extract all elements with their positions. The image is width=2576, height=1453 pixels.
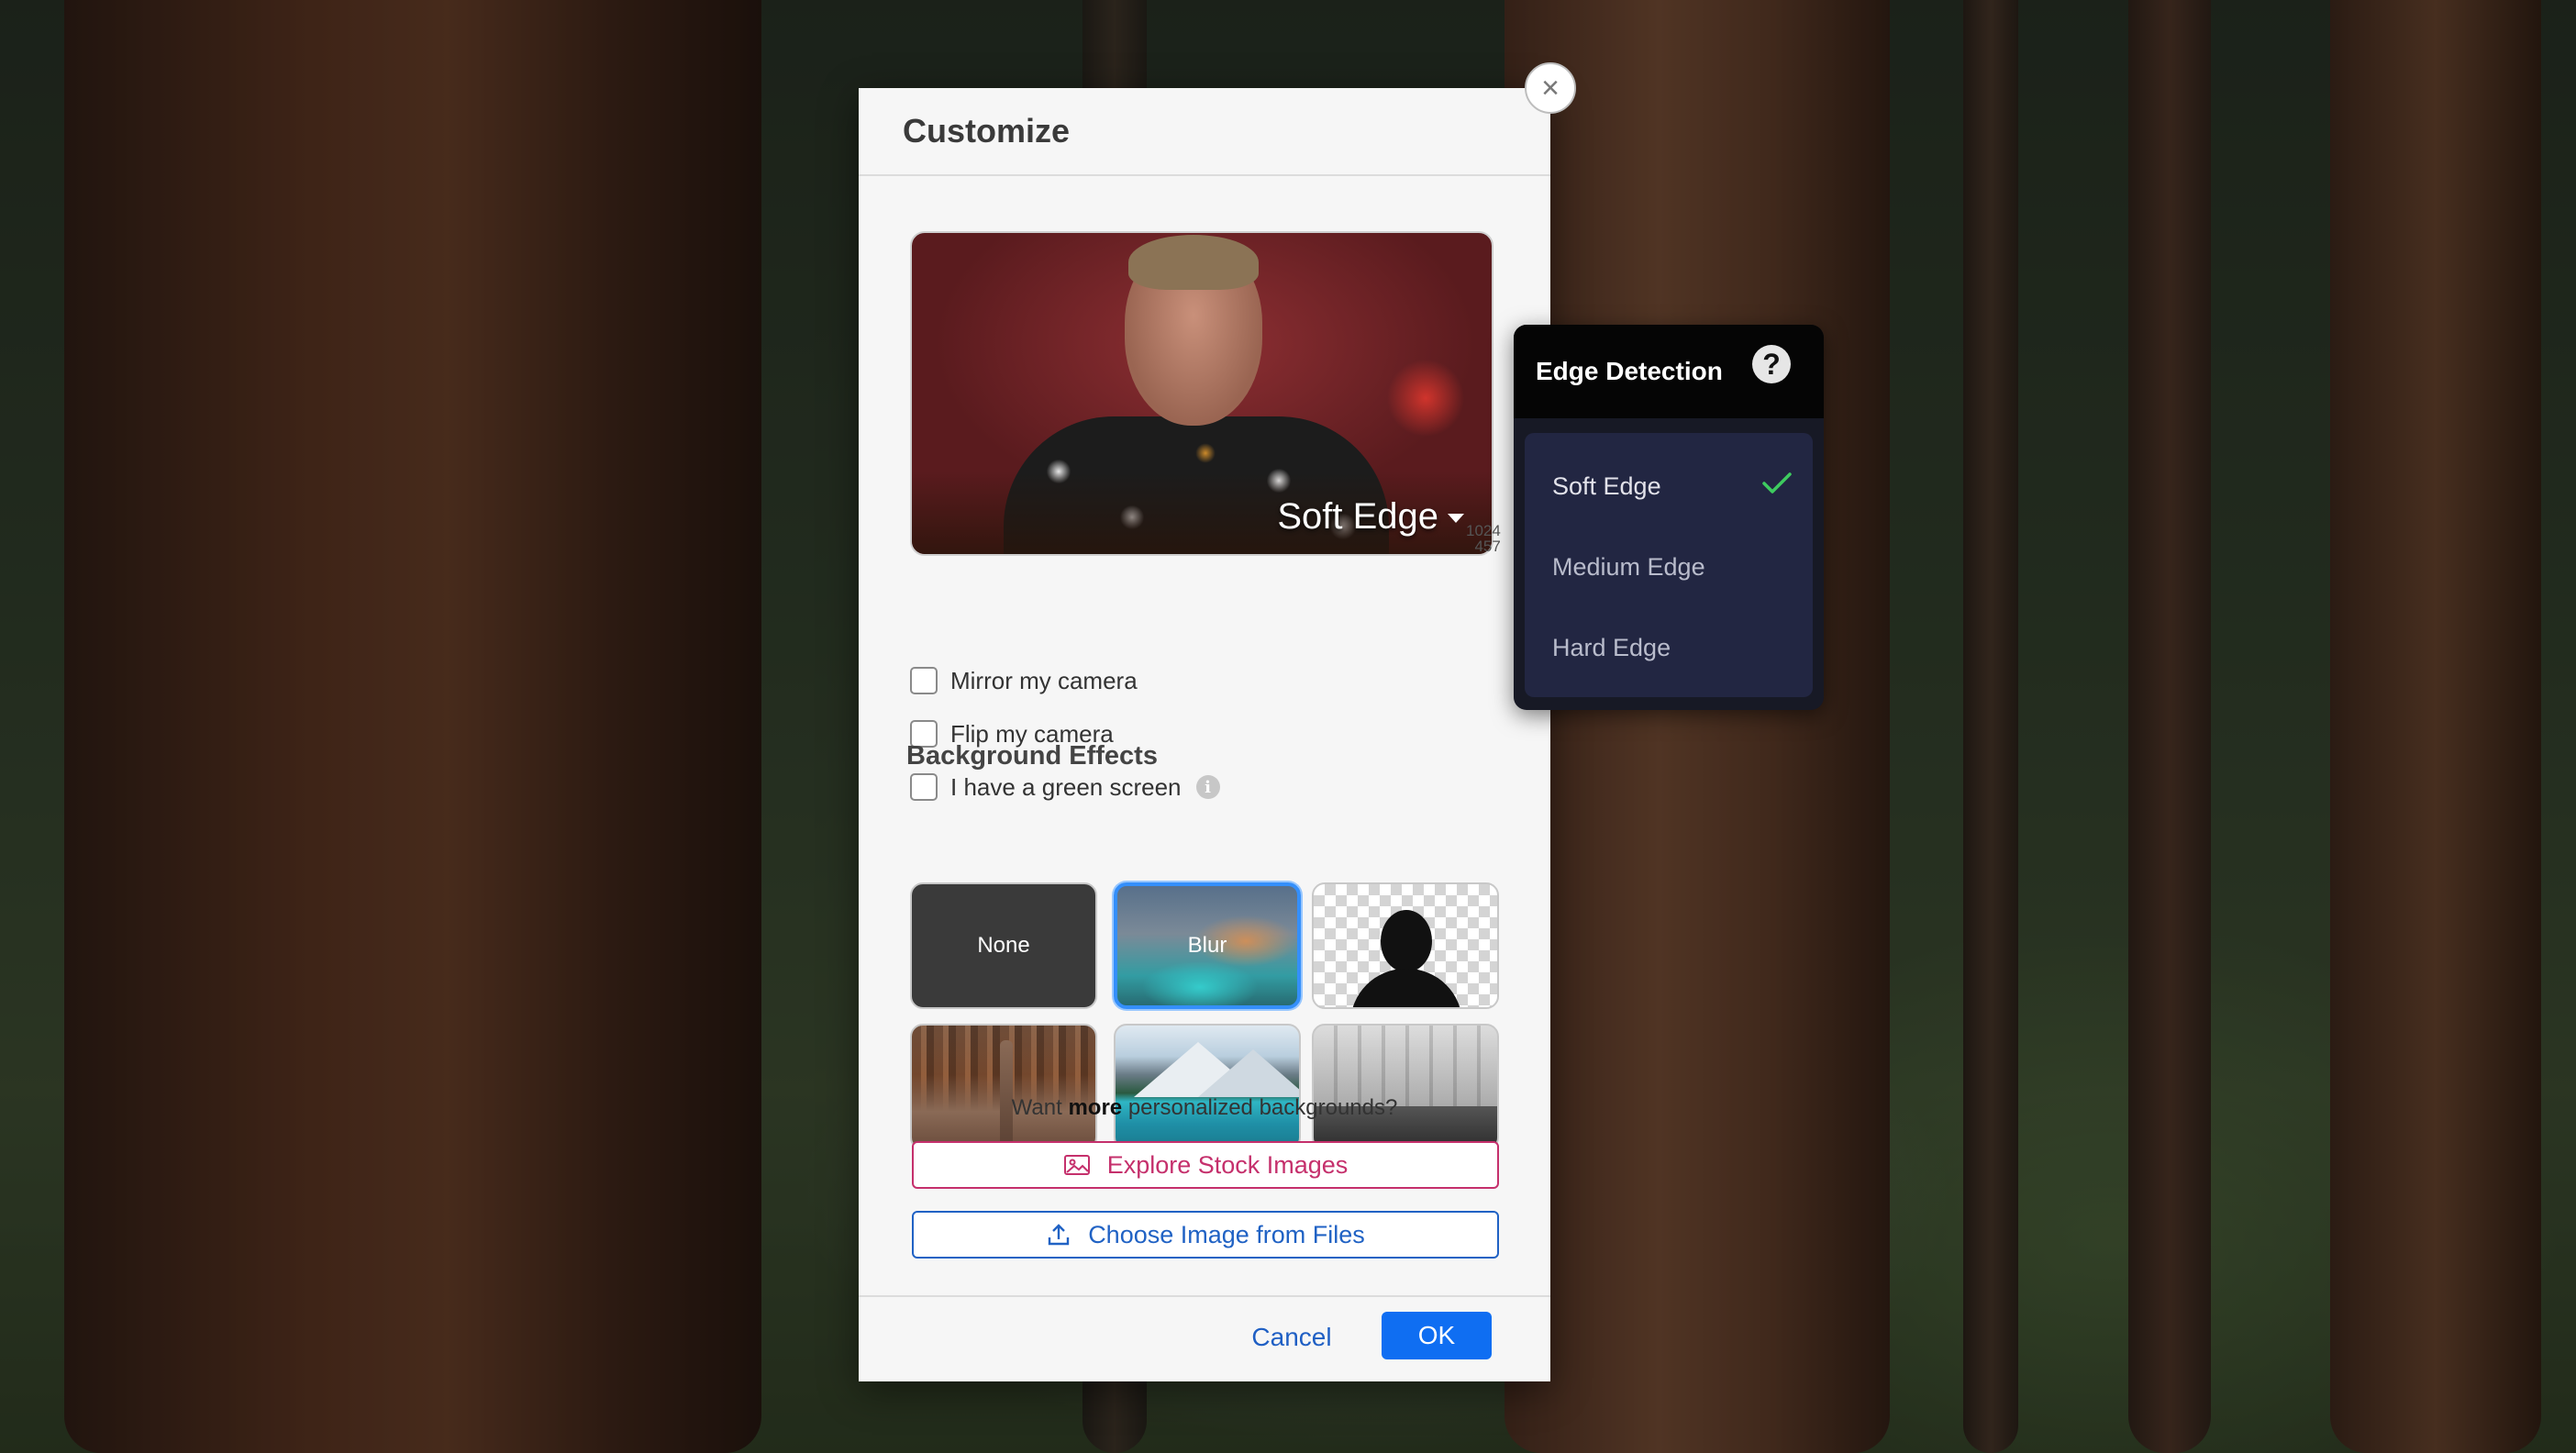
resolution-height: 457: [1474, 538, 1501, 555]
customize-dialog: Customize Soft Edge Mirror my camera Fli…: [859, 88, 1550, 1381]
preview-person-hair: [1128, 235, 1259, 290]
person-silhouette-icon: [1381, 910, 1432, 972]
cancel-button[interactable]: Cancel: [1235, 1314, 1349, 1361]
help-icon[interactable]: ?: [1752, 345, 1791, 383]
bg-tile-city[interactable]: [910, 1024, 1097, 1150]
bg-tile-lake[interactable]: [1114, 1024, 1301, 1150]
edge-detection-title: Edge Detection: [1536, 357, 1723, 385]
camera-preview: Soft Edge: [910, 231, 1493, 556]
upload-icon: [1046, 1222, 1071, 1248]
green-screen-checkbox[interactable]: [910, 773, 938, 801]
edge-option-soft-label: Soft Edge: [1552, 471, 1661, 500]
edge-option-hard-label: Hard Edge: [1552, 633, 1671, 661]
edge-option-soft[interactable]: Soft Edge: [1552, 459, 1800, 514]
bg-tile-blur[interactable]: Blur: [1114, 882, 1301, 1009]
bg-tile-avatar[interactable]: [1312, 882, 1499, 1009]
more-bold: more: [1068, 1095, 1123, 1120]
bg-tile-none-label: None: [977, 933, 1030, 958]
city-spire: [1000, 1040, 1013, 1141]
bg-tile-none[interactable]: None: [910, 882, 1097, 1009]
close-icon[interactable]: ×: [1525, 62, 1576, 114]
more-suffix: personalized backgrounds?: [1127, 1095, 1398, 1120]
edge-option-medium-label: Medium Edge: [1552, 552, 1705, 581]
more-prefix: Want: [1011, 1095, 1062, 1120]
explore-stock-images-label: Explore Stock Images: [1106, 1150, 1349, 1179]
explore-stock-images-button[interactable]: Explore Stock Images: [912, 1141, 1499, 1189]
mirror-camera-option[interactable]: Mirror my camera: [910, 662, 1138, 699]
caret-down-icon: [1448, 514, 1464, 524]
background-effects-title: Background Effects: [906, 741, 1158, 771]
edge-detection-list: Soft Edge Medium Edge Hard Edge: [1525, 433, 1813, 697]
ok-button[interactable]: OK: [1382, 1312, 1492, 1359]
mirror-camera-checkbox[interactable]: [910, 667, 938, 694]
edge-mode-label: Soft Edge: [1277, 496, 1438, 537]
bg-tile-blur-label: Blur: [1187, 933, 1227, 958]
footer-divider: [859, 1295, 1550, 1297]
mirror-camera-label: Mirror my camera: [950, 666, 1138, 694]
edge-mode-dropdown[interactable]: Soft Edge: [1277, 496, 1464, 538]
resolution-width: 1024: [1466, 522, 1501, 539]
image-icon: [1063, 1154, 1091, 1176]
dialog-title: Customize: [903, 112, 1071, 150]
choose-image-from-files-label: Choose Image from Files: [1088, 1220, 1365, 1248]
checkmark-icon: [1761, 471, 1793, 502]
choose-image-from-files-button[interactable]: Choose Image from Files: [912, 1211, 1499, 1259]
edge-option-medium[interactable]: Medium Edge: [1552, 539, 1800, 594]
preview-resolution: 1024 457: [1466, 523, 1501, 554]
more-backgrounds-text: Want more personalized backgrounds?: [859, 1095, 1550, 1121]
mountain-shape: [1198, 1049, 1299, 1097]
edge-detection-panel: Edge Detection ? Soft Edge Medium Edge H…: [1514, 325, 1824, 710]
green-screen-label: I have a green screen: [950, 772, 1182, 801]
green-screen-option[interactable]: I have a green screen i: [910, 769, 1220, 805]
person-silhouette-body: [1350, 969, 1462, 1007]
edge-option-hard[interactable]: Hard Edge: [1552, 620, 1800, 675]
info-icon[interactable]: i: [1195, 775, 1220, 799]
bg-tile-office[interactable]: [1312, 1024, 1499, 1150]
dialog-header: Customize: [859, 88, 1550, 176]
